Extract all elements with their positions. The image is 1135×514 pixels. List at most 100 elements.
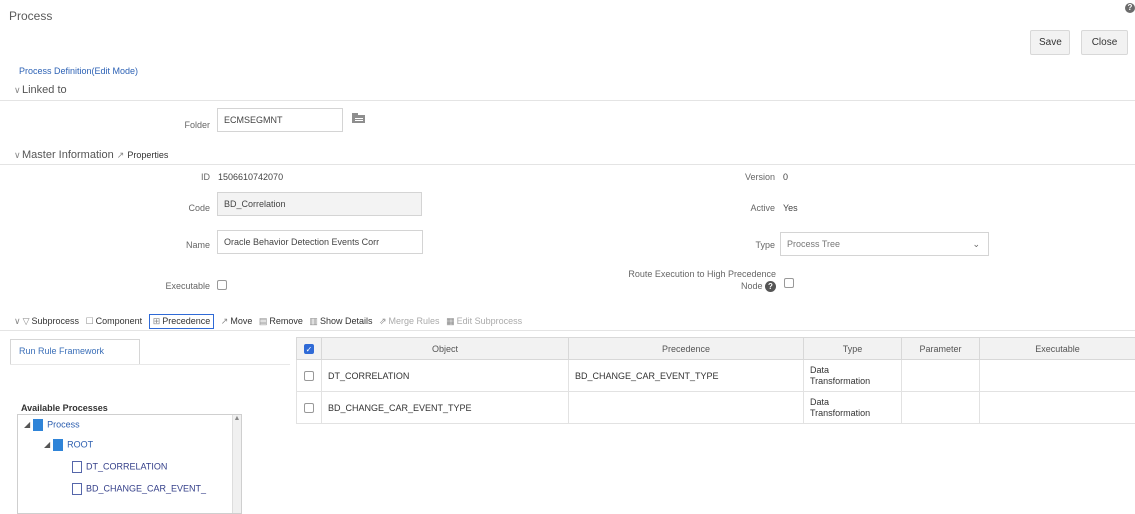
tree-node-leaf[interactable]: DT_CORRELATION	[72, 461, 167, 473]
properties-link[interactable]: Properties	[127, 150, 168, 160]
process-tree[interactable]: ◢ Process ◢ ROOT DT_CORRELATION BD_CHANGE_…	[17, 414, 242, 514]
page-title: Process	[9, 9, 53, 23]
cell-object: BD_CHANGE_CAR_EVENT_TYPE	[321, 391, 569, 424]
component-label: Component	[95, 316, 143, 326]
code-field[interactable]: BD_Correlation	[217, 192, 422, 216]
linked-to-header[interactable]: ∨Linked to	[14, 84, 67, 96]
save-button[interactable]: Save	[1030, 30, 1070, 55]
available-processes-label: Available Processes	[21, 403, 108, 413]
file-outline-icon	[72, 483, 82, 495]
select-all-checkbox[interactable]: ✓	[304, 343, 314, 354]
cell-object: DT_CORRELATION	[321, 359, 569, 392]
version-label: Version	[744, 172, 775, 182]
column-header-type[interactable]: Type	[803, 337, 902, 360]
type-label: Type	[755, 240, 775, 250]
column-header-parameter[interactable]: Parameter	[901, 337, 980, 360]
type-select-value: Process Tree	[787, 239, 841, 249]
help-icon[interactable]: ?	[765, 281, 776, 293]
file-icon	[53, 439, 64, 451]
move-button[interactable]: ↗ Move	[221, 316, 253, 327]
edit-subprocess-button[interactable]: ▦ Edit Subprocess	[446, 316, 522, 327]
active-label: Active	[750, 203, 775, 213]
show-details-button[interactable]: ▥ Show Details	[309, 316, 372, 327]
cell-type-line1: Data	[810, 364, 830, 375]
show-details-label: Show Details	[319, 316, 373, 326]
folder-picker-icon[interactable]	[352, 113, 366, 124]
merge-rules-button[interactable]: ⇗ Merge Rules	[379, 316, 440, 327]
precedence-button[interactable]: ⊞ Precedence	[148, 314, 215, 329]
folder-label: Folder	[184, 120, 210, 130]
merge-icon: ⇗	[378, 316, 387, 326]
subprocess-toolbar: ∨ ▽ Subprocess ☐ Component ⊞ Precedence ↗ Mov…	[14, 314, 526, 329]
cell-type-line1: Data	[810, 396, 830, 407]
move-icon: ↗	[220, 316, 229, 326]
divider	[0, 164, 1135, 165]
divider	[0, 330, 1135, 331]
id-value: 1506610742070	[218, 172, 284, 182]
column-header-object[interactable]: Object	[321, 337, 569, 360]
subprocess-label: Subprocess	[31, 316, 80, 326]
folder-field[interactable]: ECMSEGMNT	[217, 108, 343, 132]
breadcrumb[interactable]: Process Definition(Edit Mode)	[19, 66, 138, 76]
chevron-down-icon: ∨	[14, 85, 21, 95]
cell-type: Data Transformation	[803, 359, 902, 392]
component-icon: ☐	[85, 316, 94, 326]
executable-checkbox[interactable]	[217, 280, 227, 290]
tree-scrollbar[interactable]: ▲	[232, 415, 241, 513]
code-label: Code	[188, 203, 210, 213]
filter-icon: ▽	[22, 316, 30, 326]
cell-precedence	[568, 391, 804, 424]
cell-parameter	[901, 359, 980, 392]
cell-parameter	[901, 391, 980, 424]
file-icon	[33, 419, 44, 431]
tree-node-leaf[interactable]: BD_CHANGE_CAR_EVENT_	[72, 483, 206, 495]
subprocess-grid: ✓ Object Precedence Type Parameter Execu…	[296, 337, 1135, 424]
remove-button[interactable]: ▤ Remove	[259, 316, 303, 327]
remove-label: Remove	[269, 316, 303, 326]
precedence-label: Precedence	[162, 316, 211, 326]
cell-type-line2: Transformation	[810, 407, 871, 418]
route-label-line1: Route Execution to High Precedence	[628, 269, 776, 279]
chevron-down-icon: ⌄	[972, 239, 980, 249]
scroll-up-icon[interactable]: ▲	[233, 415, 241, 422]
master-information-label: Master Information	[22, 149, 114, 161]
divider	[0, 100, 1135, 101]
edit-subprocess-icon: ▦	[446, 316, 455, 326]
cell-executable	[979, 359, 1135, 392]
row-checkbox[interactable]	[304, 402, 314, 413]
tree-node-process[interactable]: ◢ Process	[24, 419, 80, 431]
tree-node-leaf-label: BD_CHANGE_CAR_EVENT_	[86, 483, 207, 494]
component-button[interactable]: ☐ Component	[86, 316, 143, 327]
cell-executable	[979, 391, 1135, 424]
table-row[interactable]: BD_CHANGE_CAR_EVENT_TYPE Data Transformat…	[296, 391, 1135, 424]
tree-node-root[interactable]: ◢ ROOT	[44, 439, 93, 451]
route-label-line2: Node	[740, 281, 763, 291]
chevron-down-icon: ∨	[14, 150, 21, 160]
close-button[interactable]: Close	[1081, 30, 1128, 55]
route-execution-checkbox[interactable]	[784, 278, 794, 288]
route-execution-label: Route Execution to High Precedence Node …	[560, 268, 776, 293]
precedence-icon: ⊞	[152, 316, 161, 326]
subprocess-header[interactable]: ∨ ▽ Subprocess	[14, 316, 79, 327]
tree-node-root-label: ROOT	[67, 439, 94, 450]
type-select[interactable]: Process Tree ⌄	[780, 232, 989, 256]
cell-type: Data Transformation	[803, 391, 902, 424]
name-field[interactable]: Oracle Behavior Detection Events Corr	[217, 230, 423, 254]
executable-label: Executable	[165, 281, 210, 291]
cell-type-line2: Transformation	[810, 375, 871, 386]
divider	[10, 364, 290, 365]
tab-run-rule-framework[interactable]: Run Rule Framework	[10, 339, 140, 364]
linked-to-label: Linked to	[22, 84, 67, 96]
remove-icon: ▤	[258, 316, 268, 326]
caret-down-icon: ◢	[24, 420, 31, 430]
chevron-down-icon: ∨	[14, 316, 21, 326]
table-row[interactable]: DT_CORRELATION BD_CHANGE_CAR_EVENT_TYPE …	[296, 359, 1135, 392]
master-information-header[interactable]: ∨Master Information ↗ Properties	[14, 149, 168, 161]
help-icon[interactable]: ?	[1125, 3, 1135, 13]
row-checkbox[interactable]	[304, 370, 314, 381]
tree-node-leaf-label: DT_CORRELATION	[86, 461, 168, 472]
column-header-precedence[interactable]: Precedence	[568, 337, 804, 360]
details-icon: ▥	[309, 316, 318, 326]
column-header-executable[interactable]: Executable	[979, 337, 1135, 360]
merge-rules-label: Merge Rules	[388, 316, 440, 326]
